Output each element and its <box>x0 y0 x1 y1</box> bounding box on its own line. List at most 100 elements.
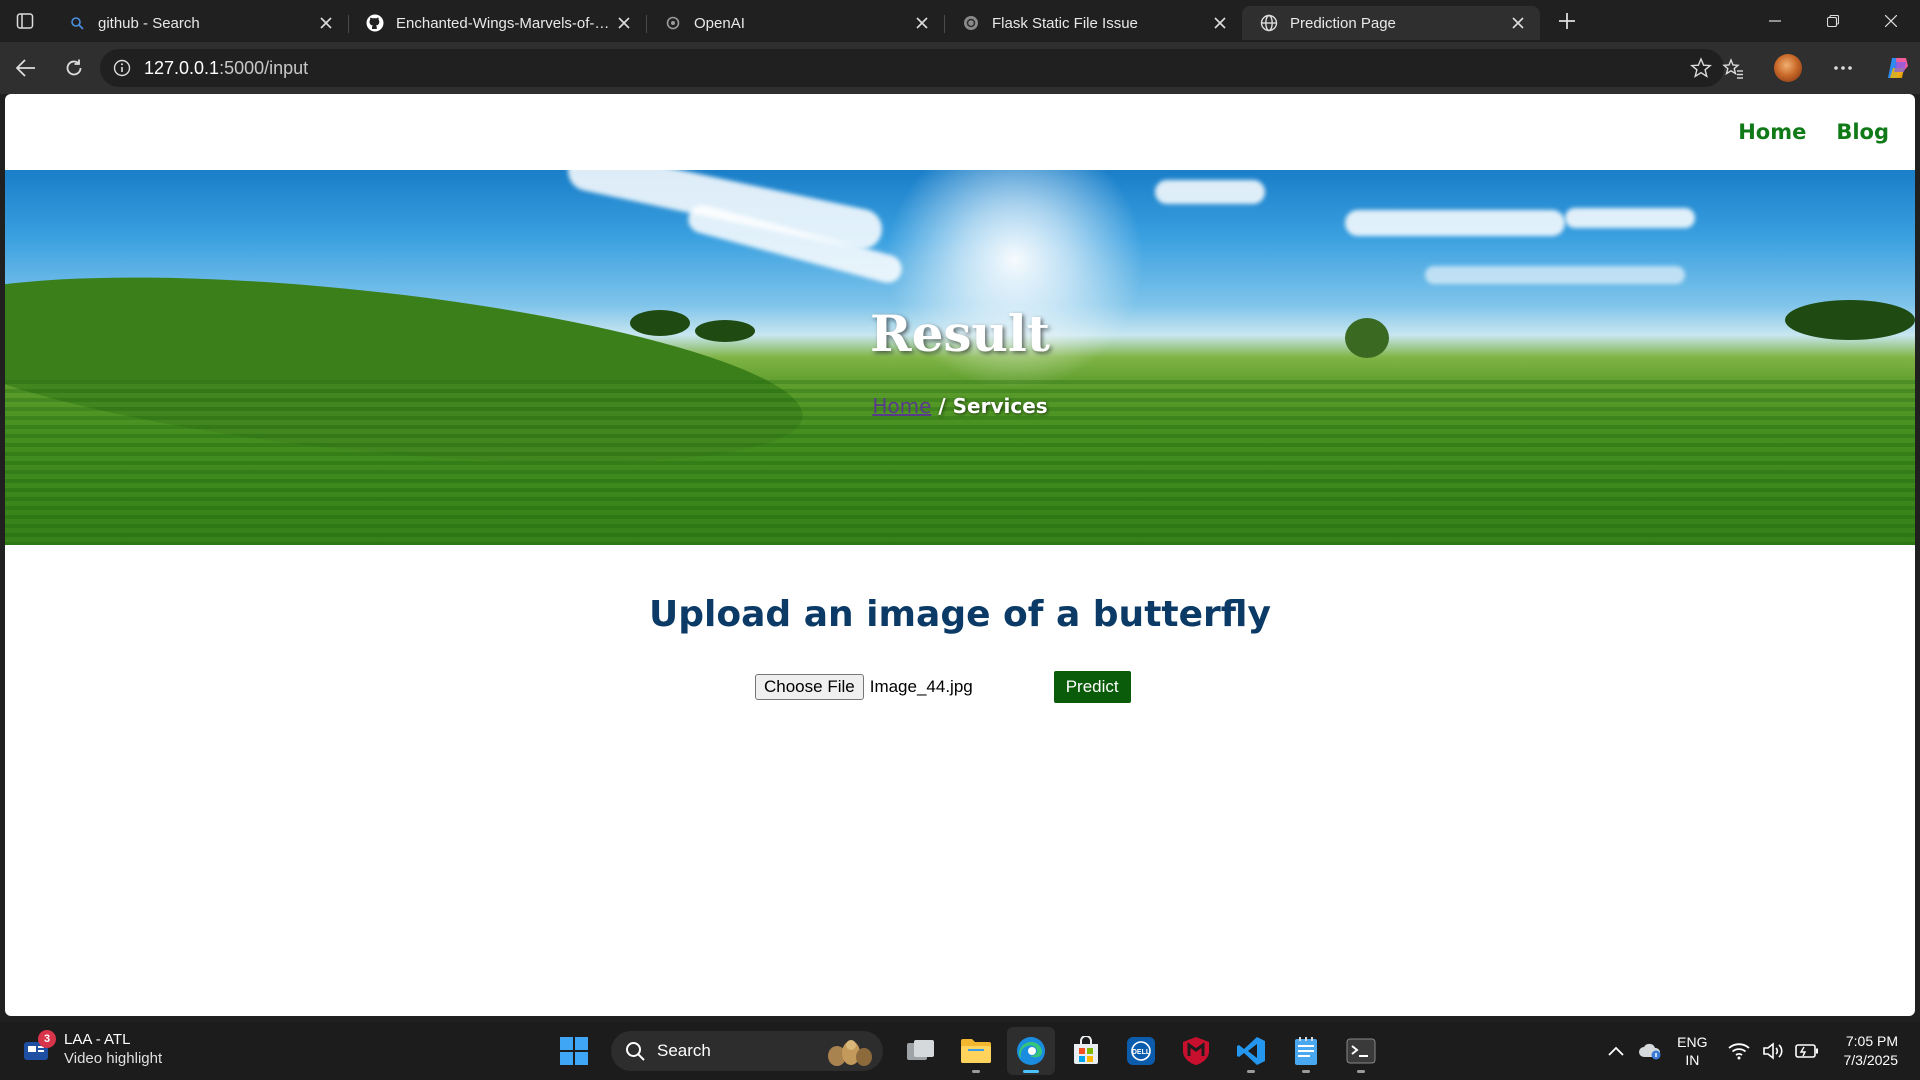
upload-section: Upload an image of a butterfly <box>5 594 1915 635</box>
search-icon <box>68 14 86 32</box>
back-arrow-icon <box>16 59 35 77</box>
chevron-up-icon <box>1608 1046 1624 1056</box>
hero-cloud-decoration <box>1565 208 1695 228</box>
terminal-button[interactable] <box>1337 1027 1385 1075</box>
show-hidden-icons-button[interactable] <box>1599 1031 1633 1071</box>
breadcrumb-current: Services <box>952 394 1048 418</box>
more-horizontal-icon <box>1834 66 1852 70</box>
breadcrumb-home-link[interactable]: Home <box>872 394 931 418</box>
url-text: 127.0.0.1:5000/input <box>144 58 308 79</box>
openai-icon <box>664 14 682 32</box>
hero-cloud-decoration <box>1155 180 1265 204</box>
notepad-button[interactable] <box>1282 1027 1330 1075</box>
running-indicator <box>1023 1070 1039 1073</box>
new-tab-button[interactable] <box>1546 4 1588 38</box>
taskbar-search-label: Search <box>657 1041 711 1060</box>
site-header: Home Blog <box>5 94 1915 170</box>
file-explorer-button[interactable] <box>952 1027 1000 1075</box>
url-path: :5000/input <box>219 57 309 78</box>
close-icon[interactable] <box>316 13 336 33</box>
running-indicator <box>972 1070 980 1073</box>
copilot-button[interactable] <box>1876 48 1920 88</box>
widget-title: LAA - ATL <box>64 1031 131 1048</box>
language-indicator[interactable]: ENG IN <box>1677 1033 1707 1069</box>
hero-title: Result <box>870 304 1050 363</box>
reload-button[interactable] <box>52 48 96 88</box>
mcafee-button[interactable] <box>1172 1027 1220 1075</box>
address-bar[interactable]: 127.0.0.1:5000/input <box>100 49 1724 87</box>
clock-time: 7:05 PM <box>1845 1033 1898 1049</box>
tab-title: Enchanted-Wings-Marvels-of-Butterflies <box>396 14 614 32</box>
restore-icon <box>1827 15 1839 27</box>
profile-button[interactable] <box>1766 48 1810 88</box>
selected-file-name: Image_44.jpg <box>869 677 973 696</box>
taskbar-search[interactable]: Search <box>611 1031 883 1071</box>
tab-openai[interactable]: OpenAI <box>646 6 944 40</box>
search-highlight-icon <box>828 1040 872 1066</box>
close-icon[interactable] <box>912 13 932 33</box>
tab-github-search[interactable]: github - Search <box>50 6 348 40</box>
tab-actions-button[interactable] <box>0 0 50 42</box>
reload-icon <box>66 59 82 76</box>
info-icon[interactable] <box>112 58 132 78</box>
vscode-button[interactable] <box>1227 1027 1275 1075</box>
sports-widget-icon: 3 <box>22 1030 56 1064</box>
tab-title: Flask Static File Issue <box>992 14 1138 32</box>
notepad-icon <box>1295 1037 1317 1065</box>
close-window-button[interactable] <box>1862 0 1920 42</box>
running-indicator <box>1302 1070 1310 1073</box>
onedrive-icon <box>1639 1043 1661 1060</box>
minimize-icon <box>1769 20 1781 22</box>
back-button[interactable] <box>4 48 48 88</box>
language-code: ENG <box>1677 1034 1708 1050</box>
vscode-icon <box>1237 1037 1265 1065</box>
onedrive-tray-button[interactable] <box>1633 1031 1667 1071</box>
tab-strip: github - Search Enchanted-Wings-Marvels-… <box>0 0 1920 42</box>
close-icon[interactable] <box>1210 13 1230 33</box>
battery-tray-button[interactable] <box>1790 1031 1824 1071</box>
tab-enchanted-wings[interactable]: Enchanted-Wings-Marvels-of-Butterflies <box>348 6 646 40</box>
restore-button[interactable] <box>1804 0 1862 42</box>
svg-text:DELL: DELL <box>1132 1049 1151 1056</box>
battery-icon <box>1794 1044 1818 1058</box>
tab-flask-static[interactable]: Flask Static File Issue <box>944 6 1242 40</box>
widgets-button[interactable]: 3 LAA - ATL Video highlight <box>22 1030 162 1068</box>
favorites-button[interactable] <box>1711 48 1755 88</box>
upload-heading: Upload an image of a butterfly <box>649 594 1271 635</box>
minimize-button[interactable] <box>1746 0 1804 42</box>
choose-file-button[interactable]: Choose File <box>755 674 864 700</box>
more-options-button[interactable] <box>1821 48 1865 88</box>
search-icon <box>626 1042 645 1061</box>
predict-button[interactable]: Predict <box>1053 671 1131 703</box>
close-icon <box>1885 15 1897 27</box>
notification-badge: 3 <box>38 1030 56 1048</box>
globe-icon <box>1260 14 1278 32</box>
github-icon <box>366 14 384 32</box>
upload-form: Choose File Image_44.jpg Predict <box>755 671 1175 703</box>
start-button[interactable] <box>550 1027 598 1075</box>
wifi-tray-button[interactable] <box>1722 1031 1756 1071</box>
speaker-icon <box>1762 1042 1783 1060</box>
edge-browser-button[interactable] <box>1007 1027 1055 1075</box>
nav-blog-link[interactable]: Blog <box>1836 120 1889 144</box>
microsoft-store-button[interactable] <box>1062 1027 1110 1075</box>
tab-title: OpenAI <box>694 14 745 32</box>
tab-prediction-page[interactable]: Prediction Page <box>1242 6 1540 40</box>
nav-home-link[interactable]: Home <box>1738 120 1806 144</box>
volume-tray-button[interactable] <box>1756 1031 1790 1071</box>
clock[interactable]: 7:05 PM 7/3/2025 <box>1844 1032 1899 1070</box>
close-icon[interactable] <box>1508 13 1528 33</box>
clock-date: 7/3/2025 <box>1843 1052 1899 1068</box>
hero-cloud-decoration <box>1345 210 1565 236</box>
taskbar: 3 LAA - ATL Video highlight Search DELL … <box>0 1022 1920 1080</box>
hero-cloud-decoration <box>1425 266 1685 284</box>
copilot-icon <box>1888 58 1908 78</box>
task-view-icon <box>907 1040 934 1060</box>
close-icon[interactable] <box>614 13 634 33</box>
task-view-button[interactable] <box>897 1027 945 1075</box>
dell-app-button[interactable]: DELL <box>1117 1027 1165 1075</box>
window-controls <box>1746 0 1920 42</box>
hero-banner: Result Home / Services <box>5 170 1915 545</box>
mcafee-shield-icon <box>1183 1037 1209 1065</box>
browser-toolbar: 127.0.0.1:5000/input <box>0 42 1920 94</box>
